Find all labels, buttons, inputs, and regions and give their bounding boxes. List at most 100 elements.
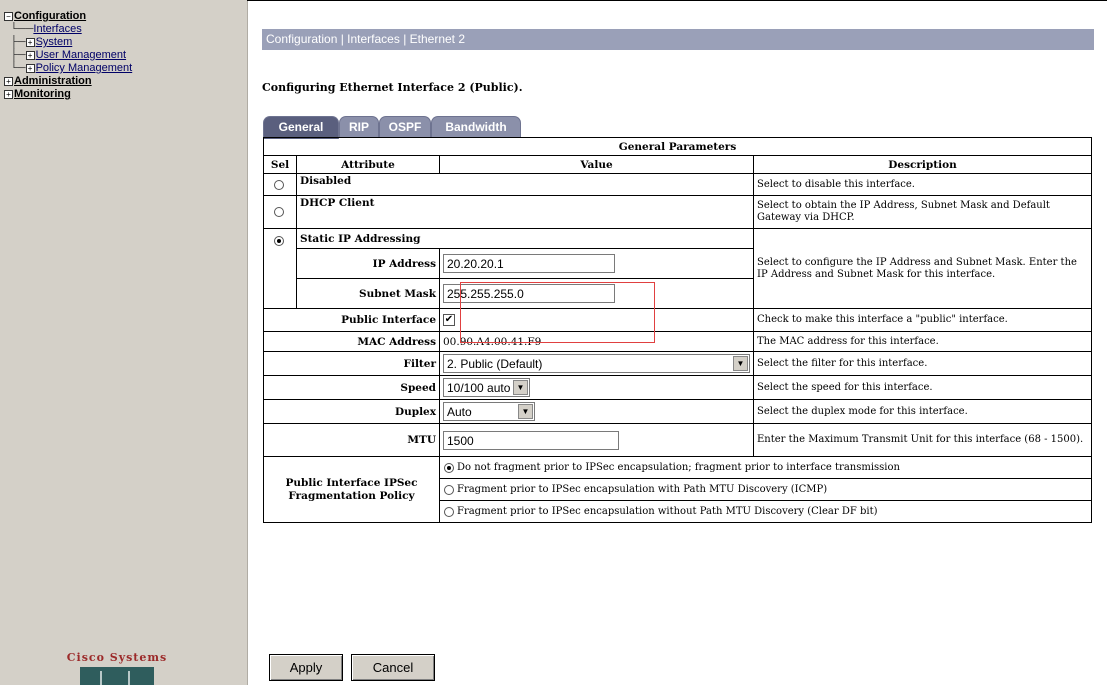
tree-item-system[interactable]: ├─ + System [4,36,132,49]
cisco-logo-text: Cisco Systems [66,651,168,664]
radio-cell [263,173,297,196]
radio-static[interactable] [273,236,284,246]
tree-line-icon: ├─ [10,36,26,48]
desc-filter: Select the filter for this interface. [753,351,1092,376]
tab-general[interactable]: General [263,116,339,139]
radio-frag-1[interactable] [444,462,454,473]
expand-icon[interactable]: + [25,50,35,60]
page-title: Configuring Ethernet Interface 2 (Public… [262,81,523,94]
radio-dhcp[interactable] [273,207,284,217]
public-interface-checkbox[interactable]: ✔ [443,314,455,326]
desc-public-interface: Check to make this interface a "public" … [753,308,1092,332]
frag-option[interactable]: Fragment prior to IPSec encapsulation wi… [440,479,1091,501]
top-divider [247,0,1107,7]
apply-button[interactable]: Apply [269,654,343,681]
header-value: Value [439,155,754,174]
tree-item-administration[interactable]: + Administration [4,75,132,88]
tab-bandwidth[interactable]: Bandwidth [431,116,521,137]
chevron-down-icon[interactable]: ▼ [518,404,533,419]
tree-line-icon: ├─ [10,49,26,61]
filter-select[interactable]: 2. Public (Default) ▼ [443,354,750,373]
label-filter: Filter [263,351,440,376]
speed-select[interactable]: 10/100 auto ▼ [443,378,530,397]
frag-option-label: Fragment prior to IPSec encapsulation wi… [457,506,878,517]
label-static: Static IP Addressing [296,228,754,249]
value-cell: ✔ [439,308,754,332]
tree-label[interactable]: User Management [36,49,127,61]
duplex-select[interactable]: Auto ▼ [443,402,535,421]
value-cell: 255.255.255.0 [439,278,754,309]
chevron-down-icon[interactable]: ▼ [733,356,748,371]
label-mac-address: MAC Address [263,331,440,352]
subnet-mask-input[interactable]: 255.255.255.0 [443,284,615,303]
nav-tree: − Configuration └──Interfaces ├─ + System ├… [4,10,132,101]
tree-label[interactable]: Monitoring [14,88,71,100]
tree-line-icon: └── [10,23,34,35]
radio-disabled[interactable] [273,179,284,190]
tree-label[interactable]: Administration [14,75,92,87]
ip-address-input[interactable]: 20.20.20.1 [443,254,615,273]
radio-frag-3[interactable] [444,506,454,517]
label-mtu: MTU [263,423,440,457]
label-public-interface: Public Interface [263,308,440,332]
value-cell: 2. Public (Default) ▼ [439,351,754,376]
tab-rip[interactable]: RIP [339,116,379,137]
tree-line-icon: └─ [10,62,26,74]
tree-item-policy-management[interactable]: └─ + Policy Management [4,62,132,75]
cancel-button[interactable]: Cancel [351,654,435,681]
label-disabled: Disabled [296,173,754,196]
desc-dhcp: Select to obtain the IP Address, Subnet … [753,195,1092,229]
frag-option[interactable]: Fragment prior to IPSec encapsulation wi… [440,501,1091,522]
value-cell: 1500 [439,423,754,457]
tab-ospf[interactable]: OSPF [379,116,431,137]
table-caption: General Parameters [263,137,1092,156]
label-duplex: Duplex [263,399,440,424]
header-attribute: Attribute [296,155,440,174]
general-parameters-table: General Parameters Sel Attribute Value D… [263,137,1092,523]
radio-cell [263,228,297,309]
value-cell: 10/100 auto ▼ [439,375,754,400]
fragmentation-options: Do not fragment prior to IPSec encapsula… [439,456,1092,523]
mtu-input[interactable]: 1500 [443,430,619,450]
value-cell: 20.20.20.1 [439,248,754,279]
header-description: Description [753,155,1092,174]
desc-mtu: Enter the Maximum Transmit Unit for this… [753,423,1092,457]
desc-disabled: Select to disable this interface. [753,173,1092,196]
speed-select-value: 10/100 auto [447,381,511,395]
frag-option-label: Fragment prior to IPSec encapsulation wi… [457,484,828,495]
label-subnet-mask: Subnet Mask [296,278,440,309]
tree-label[interactable]: Configuration [14,10,86,22]
frag-option-label: Do not fragment prior to IPSec encapsula… [457,462,900,473]
mac-address-value: 00.90.A4.00.41.F9 [439,331,754,352]
tree-item-configuration[interactable]: − Configuration [4,10,132,23]
radio-frag-2[interactable] [444,484,454,495]
desc-speed: Select the speed for this interface. [753,375,1092,400]
tree-item-interfaces[interactable]: └──Interfaces [4,23,132,36]
frag-option[interactable]: Do not fragment prior to IPSec encapsula… [440,457,1091,479]
radio-cell [263,195,297,229]
duplex-select-value: Auto [447,405,472,419]
label-dhcp: DHCP Client [296,195,754,229]
tree-item-user-management[interactable]: ├─ + User Management [4,49,132,62]
header-sel: Sel [263,155,297,174]
expand-icon[interactable]: + [25,37,35,47]
label-speed: Speed [263,375,440,400]
tree-label[interactable]: System [36,36,73,48]
tree-item-monitoring[interactable]: + Monitoring [4,88,132,101]
tree-label[interactable]: Interfaces [33,23,81,35]
breadcrumb: Configuration | Interfaces | Ethernet 2 [262,29,1094,50]
expand-icon[interactable]: + [25,63,35,73]
expand-icon[interactable]: + [4,89,13,99]
label-ip-address: IP Address [296,248,440,279]
chevron-down-icon[interactable]: ▼ [513,380,528,395]
cisco-logo-icon [80,667,154,685]
tree-label[interactable]: Policy Management [36,62,133,74]
sidebar: − Configuration └──Interfaces ├─ + System ├… [0,0,248,685]
expand-icon[interactable]: + [4,76,13,86]
desc-static: Select to configure the IP Address and S… [753,228,1092,309]
value-cell: Auto ▼ [439,399,754,424]
collapse-icon[interactable]: − [4,11,13,21]
desc-mac-address: The MAC address for this interface. [753,331,1092,352]
desc-duplex: Select the duplex mode for this interfac… [753,399,1092,424]
filter-select-value: 2. Public (Default) [447,357,543,371]
